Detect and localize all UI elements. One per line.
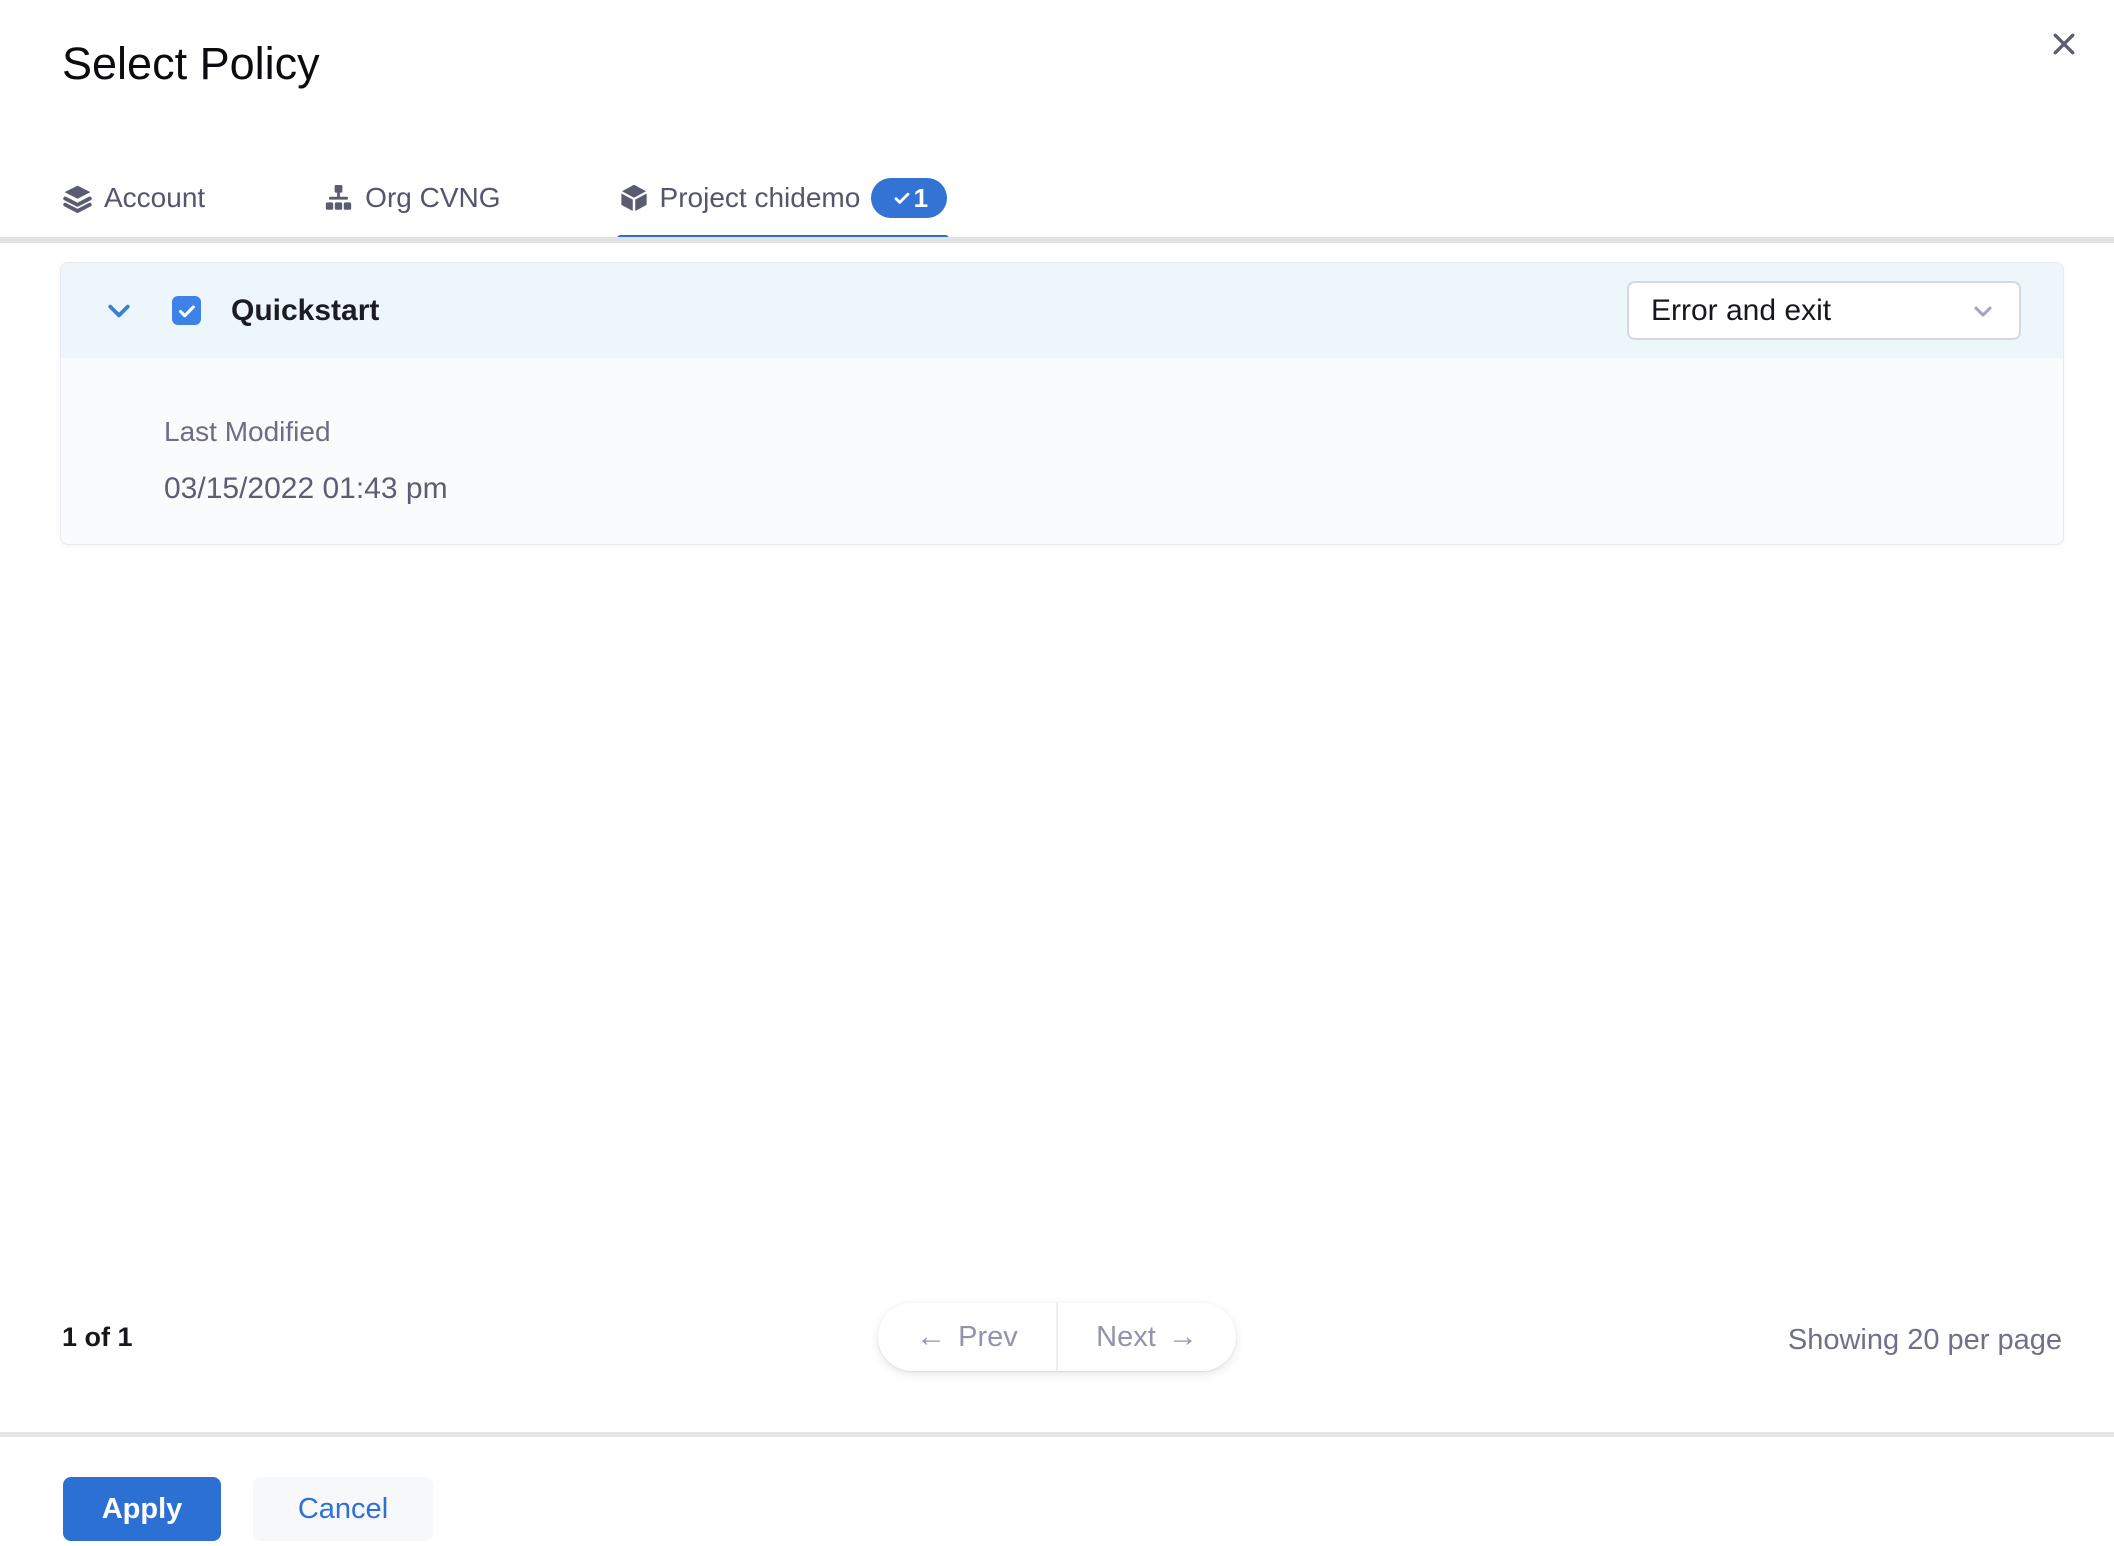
last-modified-label: Last Modified <box>164 416 331 447</box>
badge-count: 1 <box>913 182 929 213</box>
tab-project-chidemo[interactable]: Project chidemo 1 <box>616 178 950 242</box>
selected-action-value: Error and exit <box>1651 293 1832 327</box>
tab-account[interactable]: Account <box>62 182 205 214</box>
tab-label: Account <box>104 182 206 213</box>
cube-icon <box>619 183 649 213</box>
tab-label: Project chidemo <box>659 182 861 213</box>
policy-row-header: Quickstart Error and exit <box>61 263 2063 358</box>
policy-action-select[interactable]: Error and exit <box>1627 281 2021 340</box>
close-icon <box>2048 28 2080 60</box>
next-page-button[interactable]: Next → <box>1058 1303 1236 1371</box>
checkmark-icon <box>176 300 198 322</box>
page-indicator: 1 of 1 <box>62 1322 133 1352</box>
org-hierarchy-icon <box>323 183 354 214</box>
footer-divider <box>0 1432 2114 1437</box>
policy-checkbox[interactable] <box>172 296 201 325</box>
page-title: Select Policy <box>62 38 320 89</box>
collapse-toggle-button[interactable] <box>104 296 134 326</box>
arrow-left-icon: ← <box>916 1320 947 1353</box>
apply-button[interactable]: Apply <box>63 1477 221 1541</box>
arrow-right-icon: → <box>1167 1320 1198 1353</box>
cancel-button[interactable]: Cancel <box>253 1477 433 1541</box>
tabs-divider <box>0 237 2114 243</box>
next-label: Next <box>1096 1320 1156 1353</box>
check-icon <box>891 187 913 209</box>
selected-count-badge: 1 <box>871 178 948 218</box>
chevron-down-icon <box>104 296 134 326</box>
showing-per-page-label: Showing 20 per page <box>1787 1324 2062 1356</box>
last-modified-value: 03/15/2022 01:43 pm <box>164 472 448 505</box>
tab-label: Org CVNG <box>365 182 501 213</box>
scope-tabs: Account Org CVNG Project chidemo 1 <box>62 170 950 242</box>
prev-label: Prev <box>958 1320 1018 1353</box>
close-button[interactable] <box>2042 22 2086 66</box>
policy-panel: Quickstart Error and exit Last Modified … <box>60 262 2064 545</box>
policy-row-details: Last Modified 03/15/2022 01:43 pm <box>61 358 2063 506</box>
layers-icon <box>62 183 93 214</box>
tab-org-cvng[interactable]: Org CVNG <box>323 182 501 214</box>
policy-name: Quickstart <box>231 293 380 327</box>
pager: ← Prev Next → <box>878 1303 1236 1371</box>
chevron-down-icon <box>1969 297 1997 325</box>
prev-page-button[interactable]: ← Prev <box>878 1303 1056 1371</box>
